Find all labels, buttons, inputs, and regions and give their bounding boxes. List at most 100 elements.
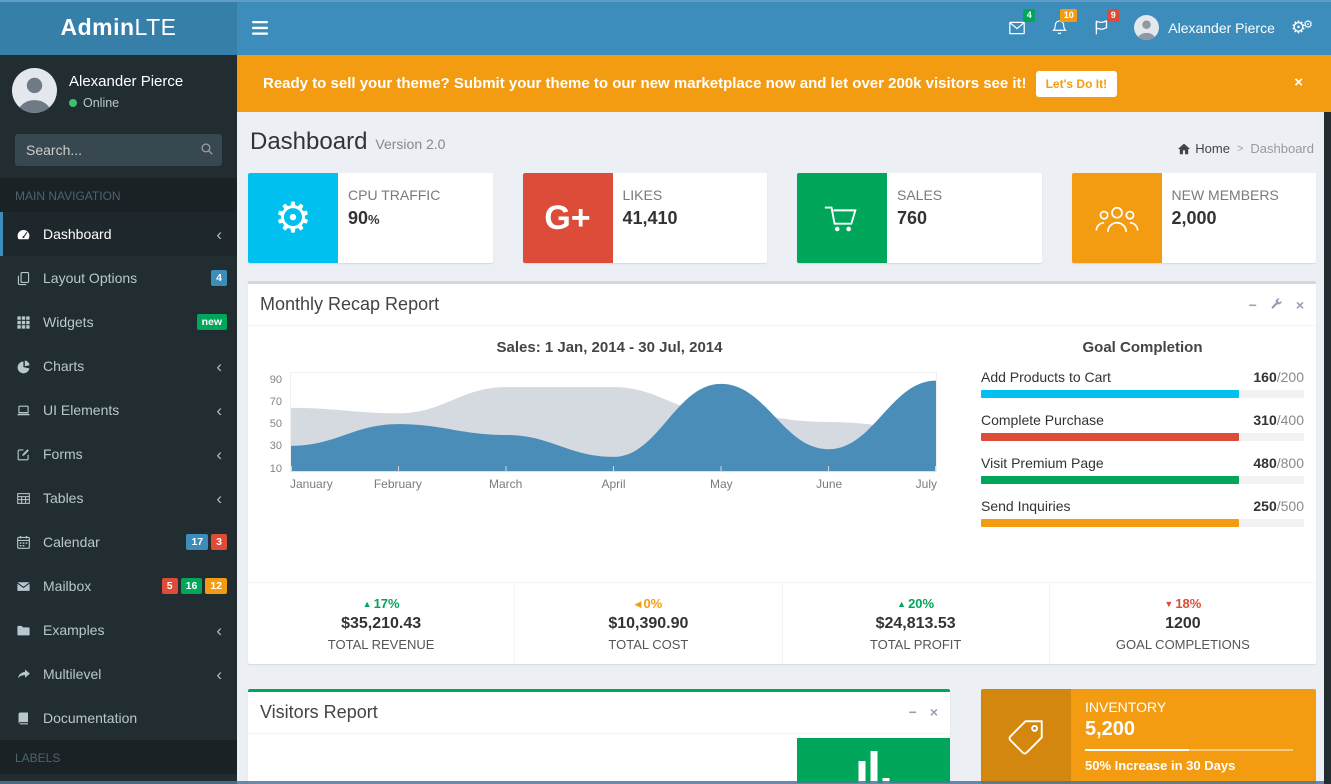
- chevron-left-icon: ‹: [216, 446, 222, 463]
- breadcrumb-current: Dashboard: [1250, 141, 1314, 156]
- caret-down-icon: ▼: [1164, 599, 1173, 609]
- sidebar-item-label: UI Elements: [43, 402, 119, 418]
- banner-close-icon[interactable]: ×: [1294, 75, 1303, 90]
- window-frame-top: [0, 0, 1331, 2]
- tasks-menu[interactable]: 9: [1080, 0, 1122, 55]
- page-title: Dashboard: [250, 128, 367, 156]
- sidebar-toggle-button[interactable]: [237, 0, 283, 55]
- user-menu[interactable]: Alexander Pierce: [1122, 0, 1287, 55]
- sidebar-user-name: Alexander Pierce: [69, 73, 183, 90]
- hamburger-icon: [252, 21, 268, 35]
- sidebar-item-multilevel[interactable]: Multilevel‹: [0, 652, 237, 696]
- sidebar-item-examples[interactable]: Examples‹: [0, 608, 237, 652]
- wrench-icon[interactable]: [1270, 297, 1283, 312]
- inventory-info-box: INVENTORY 5,200 50% Increase in 30 Days: [981, 689, 1316, 784]
- adminlte-dashboard: AdminLTE 4 10 9 Alexander Pierc: [0, 0, 1331, 784]
- search-icon: [200, 142, 214, 156]
- content-wrapper: Dashboard Version 2.0 Home > Dashboard ⚙…: [237, 112, 1324, 784]
- stat-total-profit: ▲20%$24,813.53TOTAL PROFIT: [783, 583, 1050, 664]
- stat-change: ▼18%: [1050, 596, 1316, 611]
- laptop-icon: [16, 403, 43, 418]
- control-sidebar-toggle[interactable]: ⚙⚙: [1287, 18, 1317, 38]
- y-tick-label: 70: [270, 396, 282, 408]
- sidebar-nav-header: MAIN NAVIGATION: [0, 178, 237, 212]
- goal-send-inquiries: Send Inquiries250/500: [981, 498, 1304, 527]
- breadcrumb-separator: >: [1237, 143, 1243, 155]
- badge: new: [197, 314, 227, 330]
- badge: 17: [186, 534, 208, 550]
- close-icon[interactable]: ×: [930, 705, 938, 719]
- calendar-icon: [16, 535, 43, 550]
- google-plus-icon: G+: [523, 173, 613, 263]
- goal-label: Visit Premium Page: [981, 455, 1104, 471]
- sidebar-item-layout-options[interactable]: Layout Options4: [0, 256, 237, 300]
- x-tick-label: April: [601, 477, 625, 491]
- chart-title: Sales: 1 Jan, 2014 - 30 Jul, 2014: [260, 339, 959, 356]
- sidebar-nav: Dashboard‹Layout Options4 Widgets new Chart…: [0, 212, 237, 740]
- banner-text: Ready to sell your theme? Submit your th…: [263, 75, 1027, 92]
- info-box-value: 41,410: [623, 208, 678, 229]
- collapse-icon[interactable]: −: [1249, 298, 1257, 312]
- sidebar-item-ui-elements[interactable]: UI Elements ‹: [0, 388, 237, 432]
- caret-left-icon: ◀: [635, 599, 642, 609]
- brand-logo[interactable]: AdminLTE: [0, 0, 237, 55]
- info-box-value: 760: [897, 208, 942, 229]
- sidebar-item-label: Mailbox: [43, 578, 91, 594]
- control-sidebar-edge[interactable]: [1324, 112, 1331, 784]
- goal-list: Add Products to Cart160/200Complete Purc…: [981, 369, 1304, 527]
- info-box-label: CPU TRAFFIC: [348, 187, 440, 203]
- info-box-label: SALES: [897, 187, 942, 203]
- messages-menu[interactable]: 4: [996, 0, 1038, 55]
- tag-icon: [1005, 716, 1047, 758]
- stat-total-revenue: ▲17%$35,210.43TOTAL REVENUE: [248, 583, 515, 664]
- sidebar-item-charts[interactable]: Charts‹: [0, 344, 237, 388]
- stat-total-cost: ◀0%$10,390.90TOTAL COST: [515, 583, 782, 664]
- messages-badge: 4: [1023, 9, 1035, 22]
- inventory-progress-fill: [1085, 749, 1189, 751]
- user-status[interactable]: Online: [69, 96, 183, 110]
- stat-label: TOTAL REVENUE: [248, 637, 514, 652]
- sidebar-item-dashboard[interactable]: Dashboard‹: [0, 212, 237, 256]
- close-icon[interactable]: ×: [1296, 298, 1304, 312]
- chevron-left-icon: ‹: [216, 622, 222, 639]
- grid-icon: [16, 315, 43, 330]
- sidebar-item-tables[interactable]: Tables‹: [0, 476, 237, 520]
- goal-label: Send Inquiries: [981, 498, 1071, 514]
- progress-track: [981, 433, 1304, 441]
- banner-cta-button[interactable]: Let's Do It!: [1036, 71, 1118, 97]
- sales-chart-panel: Sales: 1 Jan, 2014 - 30 Jul, 2014 103050…: [260, 327, 959, 582]
- inventory-description: 50% Increase in 30 Days: [1085, 758, 1302, 773]
- badge: 12: [205, 578, 227, 594]
- table-icon: [16, 491, 43, 506]
- sidebar-item-widgets[interactable]: Widgets new: [0, 300, 237, 344]
- badge: 3: [211, 534, 227, 550]
- collapse-icon[interactable]: −: [909, 705, 917, 719]
- y-tick-label: 90: [270, 374, 282, 386]
- search-input[interactable]: [15, 134, 222, 166]
- stat-label: TOTAL PROFIT: [783, 637, 1049, 652]
- chevron-left-icon: ‹: [216, 358, 222, 375]
- breadcrumb-home[interactable]: Home: [1177, 141, 1230, 156]
- stat-value: 1200: [1050, 615, 1316, 633]
- sidebar-item-calendar[interactable]: Calendar173: [0, 520, 237, 564]
- stat-change: ◀0%: [515, 596, 781, 611]
- users-icon: [1072, 173, 1162, 263]
- main-sidebar: Alexander Pierce Online MAIN NAVIGATION …: [0, 55, 237, 784]
- chevron-left-icon: ‹: [216, 666, 222, 683]
- goal-complete-purchase: Complete Purchase310/400: [981, 412, 1304, 441]
- chevron-left-icon: ‹: [216, 402, 222, 419]
- badge: 5: [162, 578, 178, 594]
- notifications-menu[interactable]: 10: [1038, 0, 1080, 55]
- chevron-left-icon: ‹: [216, 490, 222, 507]
- sidebar-item-forms[interactable]: Forms‹: [0, 432, 237, 476]
- page-subtitle: Version 2.0: [375, 136, 445, 152]
- search-button[interactable]: [200, 142, 214, 159]
- sidebar-item-mailbox[interactable]: Mailbox51612: [0, 564, 237, 608]
- gear-icon: ⚙: [248, 173, 338, 263]
- page-header: Dashboard Version 2.0: [250, 128, 445, 156]
- info-box-likes: G+LIKES41,410: [523, 173, 768, 263]
- info-box-sales: SALES 760: [797, 173, 1042, 263]
- sidebar-item-label: Widgets: [43, 314, 94, 330]
- sidebar-item-documentation[interactable]: Documentation: [0, 696, 237, 740]
- edit-icon: [16, 447, 43, 462]
